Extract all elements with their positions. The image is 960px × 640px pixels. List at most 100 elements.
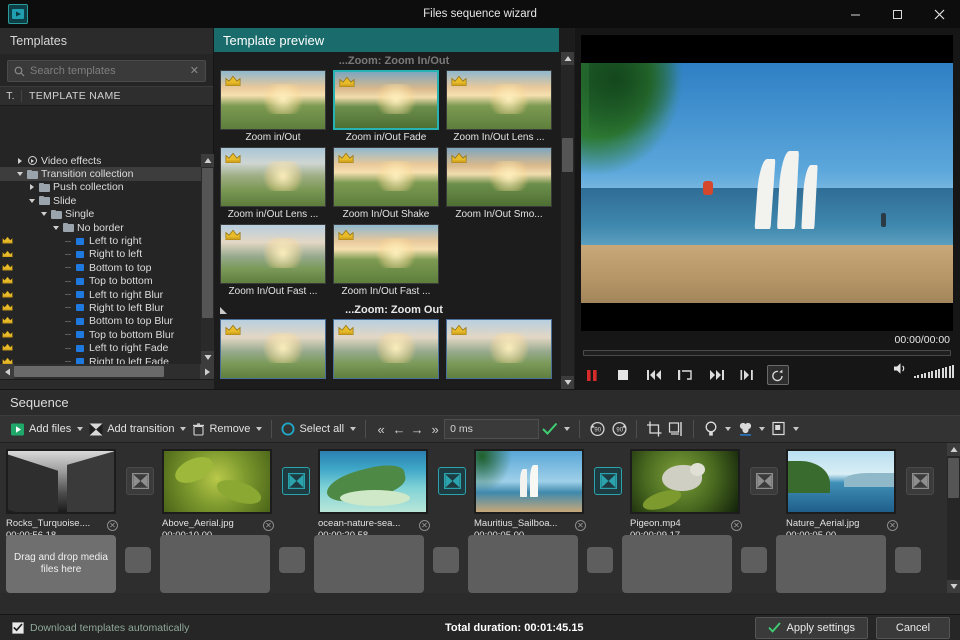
nav-next-button[interactable]: → bbox=[408, 419, 426, 439]
add-transition-dropdown-icon[interactable] bbox=[180, 427, 187, 431]
clip-thumbnail[interactable] bbox=[630, 449, 740, 514]
duration-input[interactable] bbox=[444, 419, 540, 439]
tree-horizontal-scrollbar[interactable] bbox=[0, 364, 214, 379]
rotate-ccw-90-icon[interactable]: 90 bbox=[586, 419, 608, 440]
tree-item-bottom-to-top-blur[interactable]: Bottom to top Blur bbox=[0, 315, 201, 328]
expand-triangle-icon[interactable] bbox=[14, 157, 26, 164]
empty-transition-slot[interactable] bbox=[424, 535, 468, 573]
mark-in-icon[interactable] bbox=[674, 365, 696, 385]
template-thumbnail[interactable] bbox=[333, 147, 439, 207]
tree-item-push-collection[interactable]: Push collection bbox=[0, 181, 201, 194]
template-thumbnail[interactable] bbox=[220, 147, 326, 207]
empty-slot[interactable] bbox=[776, 535, 886, 593]
scroll-left-icon[interactable] bbox=[0, 364, 14, 379]
collapse-triangle-icon[interactable] bbox=[220, 306, 227, 314]
transition-icon[interactable] bbox=[750, 467, 778, 495]
sequence-scroll-down-icon[interactable] bbox=[947, 580, 960, 593]
apply-settings-button[interactable]: Apply settings bbox=[754, 616, 868, 639]
color-adjust-dropdown-icon[interactable] bbox=[725, 427, 732, 431]
collapse-triangle-icon[interactable] bbox=[26, 198, 38, 203]
template-thumbnail[interactable] bbox=[446, 147, 552, 207]
template-item[interactable] bbox=[446, 319, 552, 379]
template-thumbnail[interactable] bbox=[333, 224, 439, 284]
template-thumbnail[interactable] bbox=[446, 319, 552, 379]
tree-scroll-thumb[interactable] bbox=[202, 168, 213, 318]
sequence-clip[interactable]: ocean-nature-sea...00:00:20.58✕ bbox=[318, 449, 430, 541]
template-item[interactable]: Zoom in/Out Lens ... bbox=[220, 147, 326, 220]
collapse-triangle-icon[interactable] bbox=[14, 172, 26, 177]
color-adjust-icon[interactable] bbox=[700, 419, 722, 440]
template-item[interactable]: Zoom In/Out Shake bbox=[333, 147, 439, 220]
tree-item-left-to-right-fade[interactable]: Left to right Fade bbox=[0, 341, 201, 354]
clip-thumbnail[interactable] bbox=[6, 449, 116, 514]
scroll-down-icon[interactable] bbox=[201, 351, 214, 364]
tree-item-video-effects[interactable]: Video effects bbox=[0, 154, 201, 167]
remove-clip-icon[interactable]: ✕ bbox=[575, 520, 586, 531]
remove-clip-icon[interactable]: ✕ bbox=[887, 520, 898, 531]
transition-icon[interactable] bbox=[282, 467, 310, 495]
template-thumbnail[interactable] bbox=[333, 319, 439, 379]
copy-settings-icon[interactable] bbox=[768, 419, 790, 440]
search-box[interactable]: ✕ bbox=[7, 60, 206, 82]
collapse-triangle-icon[interactable] bbox=[50, 225, 62, 230]
tree-item-no-border[interactable]: No border bbox=[0, 221, 201, 234]
rotate-cw-90-icon[interactable]: 90 bbox=[608, 419, 630, 440]
template-thumbnail[interactable] bbox=[333, 70, 439, 130]
template-thumbnail[interactable] bbox=[220, 224, 326, 284]
empty-transition-slot[interactable] bbox=[270, 535, 314, 573]
transition-slot[interactable] bbox=[586, 449, 630, 495]
empty-transition-box[interactable] bbox=[741, 547, 767, 573]
nav-first-button[interactable]: « bbox=[372, 419, 390, 439]
transition-slot[interactable] bbox=[898, 449, 942, 495]
hscroll-thumb[interactable] bbox=[14, 366, 164, 377]
empty-transition-box[interactable] bbox=[587, 547, 613, 573]
remove-button[interactable]: Remove bbox=[189, 418, 253, 440]
apply-dropdown-icon[interactable] bbox=[564, 427, 571, 431]
empty-transition-slot[interactable] bbox=[732, 535, 776, 573]
flip-icon[interactable] bbox=[665, 419, 687, 440]
template-item[interactable] bbox=[220, 319, 326, 379]
sequence-scroll-up-icon[interactable] bbox=[947, 443, 960, 456]
templates-tree[interactable]: Video effects Transition collection Push c… bbox=[0, 154, 214, 364]
video-seek-slider[interactable] bbox=[583, 350, 951, 356]
sequence-clip[interactable]: Pigeon.mp400:00:09.17✕ bbox=[630, 449, 742, 541]
skip-back-icon[interactable] bbox=[643, 365, 665, 385]
empty-transition-slot[interactable] bbox=[886, 535, 930, 573]
tree-item-left-to-right-blur[interactable]: Left to right Blur bbox=[0, 288, 201, 301]
stop-icon[interactable] bbox=[612, 365, 634, 385]
minimize-button[interactable] bbox=[834, 0, 876, 28]
remove-clip-icon[interactable]: ✕ bbox=[263, 520, 274, 531]
tree-item-right-to-left-fade[interactable]: Right to left Fade bbox=[0, 355, 201, 364]
transition-icon[interactable] bbox=[594, 467, 622, 495]
template-item[interactable]: Zoom In/Out Lens ... bbox=[446, 70, 552, 143]
maximize-button[interactable] bbox=[876, 0, 918, 28]
sequence-scroll-thumb[interactable] bbox=[948, 458, 959, 498]
volume-slider[interactable] bbox=[913, 364, 954, 378]
scroll-right-icon[interactable] bbox=[200, 364, 214, 379]
mark-out-icon[interactable] bbox=[736, 365, 758, 385]
empty-transition-box[interactable] bbox=[279, 547, 305, 573]
template-thumbnail[interactable] bbox=[446, 70, 552, 130]
remove-clip-icon[interactable]: ✕ bbox=[107, 520, 118, 531]
remove-clip-icon[interactable]: ✕ bbox=[731, 520, 742, 531]
empty-transition-box[interactable] bbox=[125, 547, 151, 573]
empty-transition-box[interactable] bbox=[433, 547, 459, 573]
crop-icon[interactable] bbox=[643, 419, 665, 440]
select-all-dropdown-icon[interactable] bbox=[350, 427, 357, 431]
tree-item-right-to-left[interactable]: Right to left bbox=[0, 248, 201, 261]
sequence-clip[interactable]: Rocks_Turquoise....00:00:56.18✕ bbox=[6, 449, 118, 541]
search-input[interactable] bbox=[30, 65, 190, 77]
remove-dropdown-icon[interactable] bbox=[256, 427, 263, 431]
transition-icon[interactable] bbox=[906, 467, 934, 495]
clear-icon[interactable]: ✕ bbox=[190, 65, 199, 77]
empty-slot[interactable] bbox=[160, 535, 270, 593]
template-item[interactable]: Zoom In/Out Smo... bbox=[446, 147, 552, 220]
tree-item-top-to-bottom-blur[interactable]: Top to bottom Blur bbox=[0, 328, 201, 341]
scroll-up-icon[interactable] bbox=[201, 154, 214, 167]
clip-thumbnail[interactable] bbox=[318, 449, 428, 514]
nav-last-button[interactable]: » bbox=[426, 419, 444, 439]
tree-item-transition-collection[interactable]: Transition collection bbox=[0, 167, 201, 181]
transition-slot[interactable] bbox=[742, 449, 786, 495]
empty-slot[interactable] bbox=[314, 535, 424, 593]
tree-item-right-to-left-blur[interactable]: Right to left Blur bbox=[0, 301, 201, 314]
